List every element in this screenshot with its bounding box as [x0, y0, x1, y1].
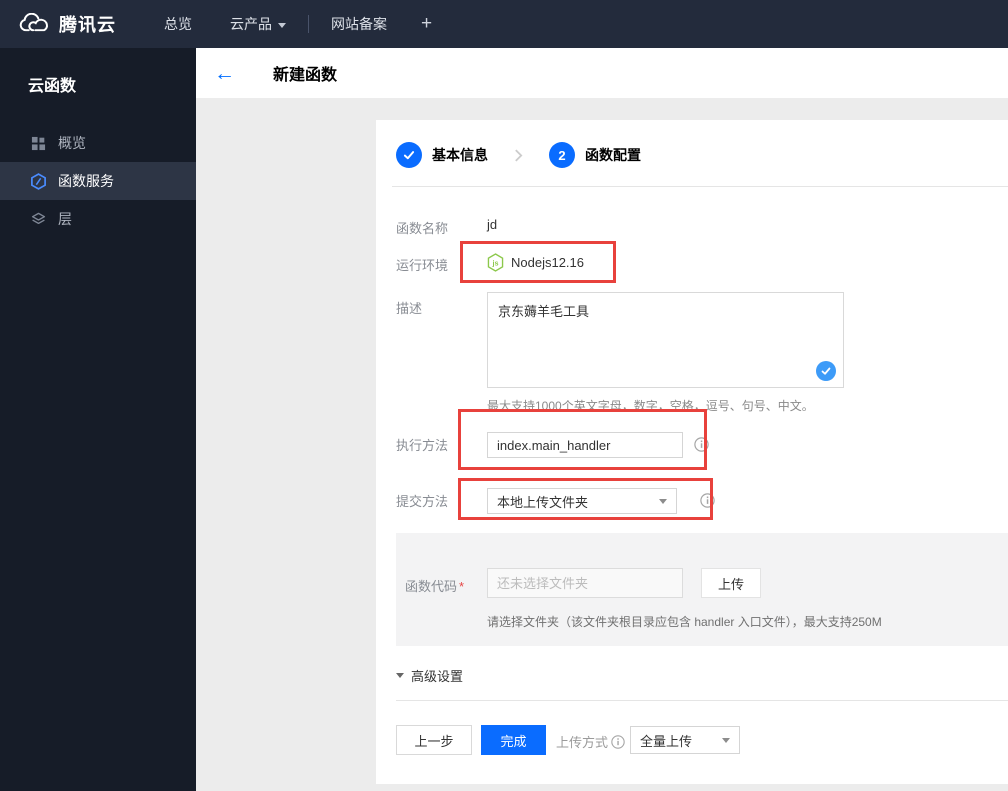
- chevron-down-icon: [278, 22, 286, 28]
- page-header: ← 新建函数: [196, 48, 1008, 98]
- function-code-label: 函数代码 *: [405, 579, 465, 594]
- description-label: 描述: [396, 301, 423, 316]
- submit-method-label: 提交方法: [396, 494, 449, 509]
- folder-path-input[interactable]: [487, 568, 683, 598]
- select-caret-icon: [722, 737, 730, 743]
- valid-check-bubble-icon: [816, 361, 836, 381]
- tencent-cloud-logo[interactable]: 腾讯云: [18, 11, 116, 37]
- footer-divider: [396, 700, 1008, 701]
- required-asterisk: *: [459, 579, 465, 594]
- upload-mode-label: 上传方式: [556, 732, 625, 751]
- upload-mode-value: 全量上传: [640, 733, 693, 749]
- chevron-right-icon: [514, 148, 523, 163]
- function-name-label: 函数名称: [396, 221, 449, 236]
- grid-icon: [30, 135, 47, 152]
- runtime-value: Nodejs12.16: [511, 254, 584, 270]
- description-textarea[interactable]: 京东薅羊毛工具: [487, 292, 844, 388]
- finish-button[interactable]: 完成: [481, 725, 546, 755]
- upload-mode-info-icon[interactable]: [611, 734, 625, 749]
- step2-number-circle: 2: [549, 142, 575, 168]
- triangle-down-icon: [396, 673, 404, 678]
- step2-label: 函数配置: [585, 147, 641, 163]
- nodejs-icon: js: [487, 252, 504, 272]
- submit-method-select[interactable]: 本地上传文件夹: [487, 488, 677, 514]
- function-code-section: 函数代码* 上传 请选择文件夹（该文件夹根目录应包含 handler 入口文件）…: [396, 533, 1008, 646]
- function-hexagon-icon: [30, 172, 47, 190]
- steps-divider: [392, 186, 1008, 187]
- submit-method-value: 本地上传文件夹: [497, 494, 589, 510]
- sidebar-item-label: 概览: [58, 135, 86, 151]
- content-area: 基本信息 2 函数配置 函数名称 jd 运行环境 js Nodejs12.16: [196, 98, 1008, 791]
- cloud-logo-icon: [18, 13, 51, 35]
- submit-method-info-icon[interactable]: [700, 493, 715, 508]
- step-indicator: 基本信息 2 函数配置: [396, 142, 641, 168]
- runtime-value-row: js Nodejs12.16: [487, 248, 584, 276]
- step1-label: 基本信息: [432, 147, 488, 163]
- create-function-card: 基本信息 2 函数配置 函数名称 jd 运行环境 js Nodejs12.16: [376, 120, 1008, 784]
- top-nav-menu: 总览 云产品 网站备案 +: [152, 0, 446, 48]
- handler-label: 执行方法: [396, 438, 449, 453]
- nav-item-cloud-products[interactable]: 云产品: [218, 0, 298, 48]
- add-nav-tab-button[interactable]: +: [407, 0, 446, 48]
- brand-name: 腾讯云: [59, 15, 116, 35]
- upload-button[interactable]: 上传: [701, 568, 761, 598]
- description-hint: 最大支持1000个英文字母，数字，空格，逗号、句号、中文。: [487, 399, 814, 413]
- check-circle-icon: [396, 142, 422, 168]
- handler-info-icon[interactable]: [694, 437, 709, 452]
- upload-mode-select[interactable]: 全量上传: [630, 726, 740, 754]
- page-title: 新建函数: [273, 67, 338, 84]
- svg-text:js: js: [491, 258, 498, 267]
- back-arrow-button[interactable]: ←: [214, 63, 235, 84]
- nav-item-icp-filing[interactable]: 网站备案: [319, 0, 399, 48]
- sidebar-item-label: 函数服务: [58, 173, 114, 189]
- sidebar-item-layers[interactable]: 层: [0, 200, 196, 238]
- layers-icon: [30, 211, 47, 228]
- sidebar-item-overview[interactable]: 概览: [0, 124, 196, 162]
- sidebar: 云函数 概览 函数服务 层: [0, 48, 196, 791]
- handler-input[interactable]: [487, 432, 683, 458]
- sidebar-product-title: 云函数: [28, 78, 77, 95]
- top-navbar: 腾讯云 总览 云产品 网站备案 +: [0, 0, 1008, 48]
- sidebar-item-function-service[interactable]: 函数服务: [0, 162, 196, 200]
- nav-item-overview[interactable]: 总览: [152, 0, 204, 48]
- function-name-value: jd: [487, 217, 498, 232]
- advanced-settings-label: 高级设置: [411, 669, 464, 684]
- function-code-hint: 请选择文件夹（该文件夹根目录应包含 handler 入口文件），最大支持250M: [487, 615, 882, 629]
- previous-step-button[interactable]: 上一步: [396, 725, 472, 755]
- nav-divider: [308, 15, 309, 33]
- sidebar-item-label: 层: [58, 211, 72, 227]
- runtime-label: 运行环境: [396, 258, 449, 273]
- sidebar-menu: 概览 函数服务 层: [0, 124, 196, 238]
- description-field-wrap: 京东薅羊毛工具: [487, 292, 844, 388]
- advanced-settings-toggle[interactable]: 高级设置: [396, 666, 463, 685]
- select-caret-icon: [659, 498, 667, 504]
